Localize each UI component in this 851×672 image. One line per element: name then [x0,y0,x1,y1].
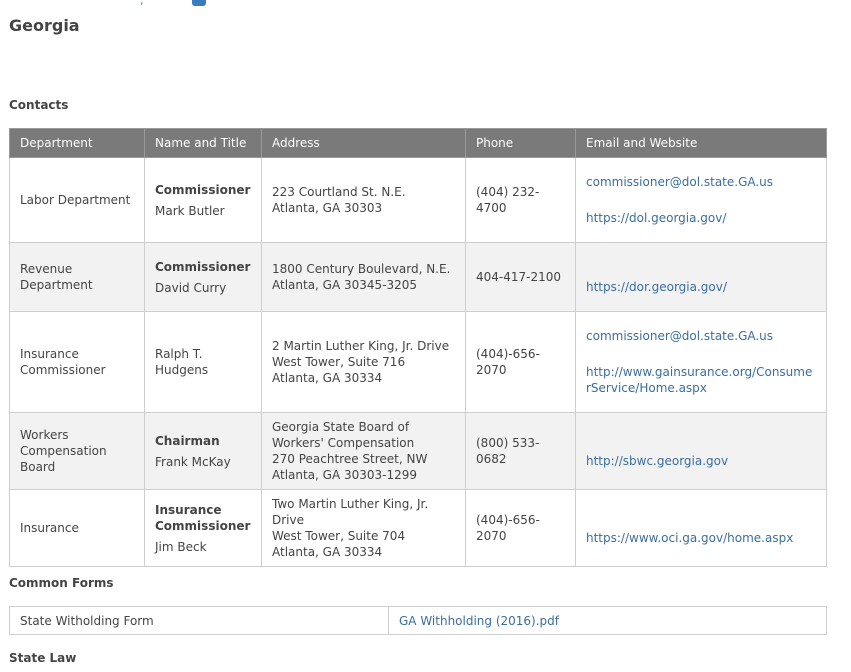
contact-title: Commissioner [155,182,251,197]
cell-name-title: Commissioner Mark Butler [144,157,262,243]
contact-title: Commissioner [155,259,251,274]
cell-email-website: commissioner@dol.state.GA.us https://dol… [575,157,827,243]
address-line: Atlanta, GA 30334 [272,371,383,385]
cell-email-website: http://sbwc.georgia.gov [575,412,827,490]
cell-name-title: Insurance Commissioner Jim Beck [144,489,262,567]
cell-department: Insurance [9,489,145,567]
forms-table: State Witholding Form GA Withholding (20… [9,606,827,635]
cell-phone: 404-417-2100 [465,242,576,312]
contact-name: Mark Butler [155,203,225,218]
cell-address: Georgia State Board of Workers' Compensa… [261,412,466,490]
clipped-header-fragment: , [140,0,206,7]
cell-department: Revenue Department [9,242,145,312]
form-file-cell: GA Withholding (2016).pdf [388,606,827,635]
col-header-name-title: Name and Title [144,128,262,158]
contact-name: Frank McKay [155,454,231,469]
col-header-department: Department [9,128,145,158]
table-row: Labor Department Commissioner Mark Butle… [9,157,827,243]
section-title-contacts: Contacts [9,98,69,112]
address-line: 1800 Century Boulevard, N.E. [272,262,451,276]
address-line: 2 Martin Luther King, Jr. Drive [272,339,450,353]
col-header-email-website: Email and Website [575,128,827,158]
address-line: West Tower, Suite 704 [272,529,406,543]
cell-name-title: Chairman Frank McKay [144,412,262,490]
cell-name-title: Commissioner David Curry [144,242,262,312]
cell-phone: (404) 232-4700 [465,157,576,243]
contact-title: Insurance Commissioner [155,502,251,533]
website-link[interactable]: https://www.oci.ga.gov/home.aspx [586,530,816,546]
address-line: Atlanta, GA 30334 [272,545,383,559]
cell-phone: (404)-656-2070 [465,489,576,567]
table-row: State Witholding Form GA Withholding (20… [9,606,827,635]
cell-phone: (800) 533-0682 [465,412,576,490]
contact-name: David Curry [155,280,227,295]
table-row: Workers Compensation Board Chairman Fran… [9,412,827,490]
website-link[interactable]: http://sbwc.georgia.gov [586,453,816,469]
address-line: Two Martin Luther King, Jr. Drive [272,497,429,527]
clipped-icon [191,0,206,6]
cell-department: Labor Department [9,157,145,243]
contact-title: Chairman [155,433,220,448]
form-download-link[interactable]: GA Withholding (2016).pdf [399,614,816,628]
address-line: Atlanta, GA 30345-3205 [272,278,418,292]
cell-address: Two Martin Luther King, Jr. Drive West T… [261,489,466,567]
cell-phone: (404)-656-2070 [465,311,576,413]
address-line: Atlanta, GA 30303 [272,201,383,215]
cell-address: 2 Martin Luther King, Jr. Drive West Tow… [261,311,466,413]
email-link[interactable]: commissioner@dol.state.GA.us [586,174,816,190]
website-link[interactable]: http://www.gainsurance.org/ConsumerServi… [586,364,816,396]
contact-name: Jim Beck [155,539,207,554]
col-header-address: Address [261,128,466,158]
website-link[interactable]: https://dol.georgia.gov/ [586,210,816,226]
contact-name: Ralph T. Hudgens [155,347,209,377]
cell-address: 1800 Century Boulevard, N.E. Atlanta, GA… [261,242,466,312]
table-row: Insurance Commissioner Ralph T. Hudgens … [9,311,827,413]
table-header-row: Department Name and Title Address Phone … [9,128,827,158]
address-line: 270 Peachtree Street, NW [272,452,428,466]
cell-address: 223 Courtland St. N.E. Atlanta, GA 30303 [261,157,466,243]
page-title: Georgia [9,16,80,35]
website-link[interactable]: https://dor.georgia.gov/ [586,279,816,295]
cell-email-website: commissioner@dol.state.GA.us http://www.… [575,311,827,413]
col-header-phone: Phone [465,128,576,158]
address-line: Atlanta, GA 30303-1299 [272,468,418,482]
form-name: State Witholding Form [9,606,389,635]
address-line: 223 Courtland St. N.E. [272,185,406,199]
table-row: Revenue Department Commissioner David Cu… [9,242,827,312]
table-row: Insurance Insurance Commissioner Jim Bec… [9,489,827,567]
cell-department: Workers Compensation Board [9,412,145,490]
cell-department: Insurance Commissioner [9,311,145,413]
cell-name-title: Ralph T. Hudgens [144,311,262,413]
section-title-state-law: State Law [9,651,77,665]
contacts-table: Department Name and Title Address Phone … [9,128,827,567]
email-link[interactable]: commissioner@dol.state.GA.us [586,328,816,344]
cell-email-website: https://www.oci.ga.gov/home.aspx [575,489,827,567]
section-title-common-forms: Common Forms [9,576,114,590]
address-line: Georgia State Board of Workers' Compensa… [272,420,415,450]
address-line: West Tower, Suite 716 [272,355,406,369]
cell-email-website: https://dor.georgia.gov/ [575,242,827,312]
